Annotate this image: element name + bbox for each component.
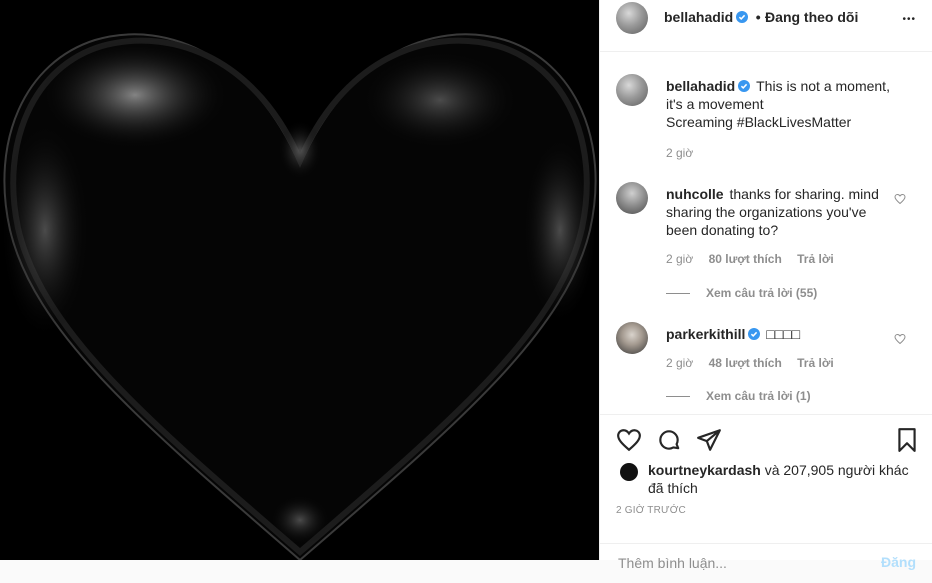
view-replies-button[interactable]: Xem câu trả lời (1) xyxy=(666,389,811,403)
comment-input[interactable] xyxy=(616,554,860,572)
liker-avatar[interactable] xyxy=(620,463,638,481)
share-send-icon[interactable] xyxy=(696,427,722,453)
likes-summary: kourtneykardash và 207,905 người khác đã… xyxy=(620,461,920,497)
comment-line-3: been donating to? xyxy=(666,222,779,238)
comment-likes-count[interactable]: 48 lượt thích xyxy=(709,356,782,370)
likes-line-2: đã thích xyxy=(648,480,698,496)
verified-badge-icon xyxy=(736,11,749,23)
comment-text: parkerkithill □□□□ xyxy=(666,325,892,343)
header-text: bellahadid • Đang theo dõi xyxy=(664,9,858,27)
caption-line-2: it's a movement xyxy=(666,96,764,112)
like-comment-heart-icon[interactable] xyxy=(894,193,906,205)
like-heart-icon[interactable] xyxy=(616,427,642,453)
following-status-button[interactable]: Đang theo dõi xyxy=(765,9,858,25)
comment-line-1: thanks for sharing. mind xyxy=(729,186,879,202)
comment-item: nuhcolle thanks for sharing. mind sharin… xyxy=(600,182,932,302)
like-comment-heart-icon[interactable] xyxy=(894,333,906,345)
comment-meta: 2 giờ 48 lượt thích Trả lời xyxy=(666,356,846,370)
view-replies-button[interactable]: Xem câu trả lời (55) xyxy=(666,286,817,300)
likes-rest[interactable]: và 207,905 người khác xyxy=(765,462,909,478)
likes-line: kourtneykardash và 207,905 người khác xyxy=(648,461,920,479)
comment-time[interactable]: 2 giờ xyxy=(666,356,693,370)
verified-badge-icon xyxy=(738,80,751,92)
author-username[interactable]: bellahadid xyxy=(664,9,733,25)
replies-divider xyxy=(666,293,690,295)
comment-likes-count[interactable]: 80 lượt thích xyxy=(709,252,782,266)
add-comment-bar: Đăng xyxy=(600,543,932,583)
reply-button[interactable]: Trả lời xyxy=(797,356,834,370)
black-heart-image xyxy=(0,0,599,560)
caption-line-3: Screaming #BlackLivesMatter xyxy=(666,114,852,130)
post-actions: kourtneykardash và 207,905 người khác đã… xyxy=(600,414,932,572)
post-timestamp[interactable]: 2 GIỜ TRƯỚC xyxy=(616,505,686,516)
replies-divider xyxy=(666,396,690,398)
save-bookmark-icon[interactable] xyxy=(894,427,920,453)
caption: bellahadid This is not a moment, it's a … xyxy=(600,74,932,174)
commenter-avatar[interactable] xyxy=(616,182,648,214)
post-header: bellahadid • Đang theo dõi ••• xyxy=(600,0,932,52)
comment-time[interactable]: 2 giờ xyxy=(666,252,693,266)
comments-list[interactable]: bellahadid This is not a moment, it's a … xyxy=(600,52,932,414)
caption-time[interactable]: 2 giờ xyxy=(666,146,693,160)
liker-username[interactable]: kourtneykardash xyxy=(648,462,761,478)
caption-meta: 2 giờ xyxy=(666,146,705,160)
reply-button[interactable]: Trả lời xyxy=(797,252,834,266)
post-sidebar: bellahadid • Đang theo dõi ••• bellahadi… xyxy=(599,0,932,572)
view-replies-label: Xem câu trả lời (55) xyxy=(706,286,818,300)
author-avatar[interactable] xyxy=(616,2,648,34)
comment-bubble-icon[interactable] xyxy=(656,427,682,453)
commenter-avatar[interactable] xyxy=(616,322,648,354)
caption-line-1: This is not a moment, xyxy=(756,78,890,94)
comment-text: nuhcolle thanks for sharing. mind sharin… xyxy=(666,185,892,239)
more-options-icon[interactable]: ••• xyxy=(902,14,916,25)
comment-item: parkerkithill □□□□ 2 giờ 48 lượt thích T… xyxy=(600,322,932,412)
caption-username[interactable]: bellahadid xyxy=(666,78,735,94)
view-replies-label: Xem câu trả lời (1) xyxy=(706,389,811,403)
caption-avatar[interactable] xyxy=(616,74,648,106)
follow-separator: • xyxy=(755,9,761,25)
comment-line-2: sharing the organizations you've xyxy=(666,204,867,220)
caption-text: bellahadid This is not a moment, it's a … xyxy=(666,77,892,131)
comment-emoji-text: □□□□ xyxy=(766,326,801,342)
verified-badge-icon xyxy=(748,328,761,340)
post-image[interactable] xyxy=(0,0,599,560)
comment-username[interactable]: nuhcolle xyxy=(666,186,724,202)
comment-meta: 2 giờ 80 lượt thích Trả lời xyxy=(666,252,846,266)
comment-username[interactable]: parkerkithill xyxy=(666,326,745,342)
post-comment-button[interactable]: Đăng xyxy=(881,554,916,570)
